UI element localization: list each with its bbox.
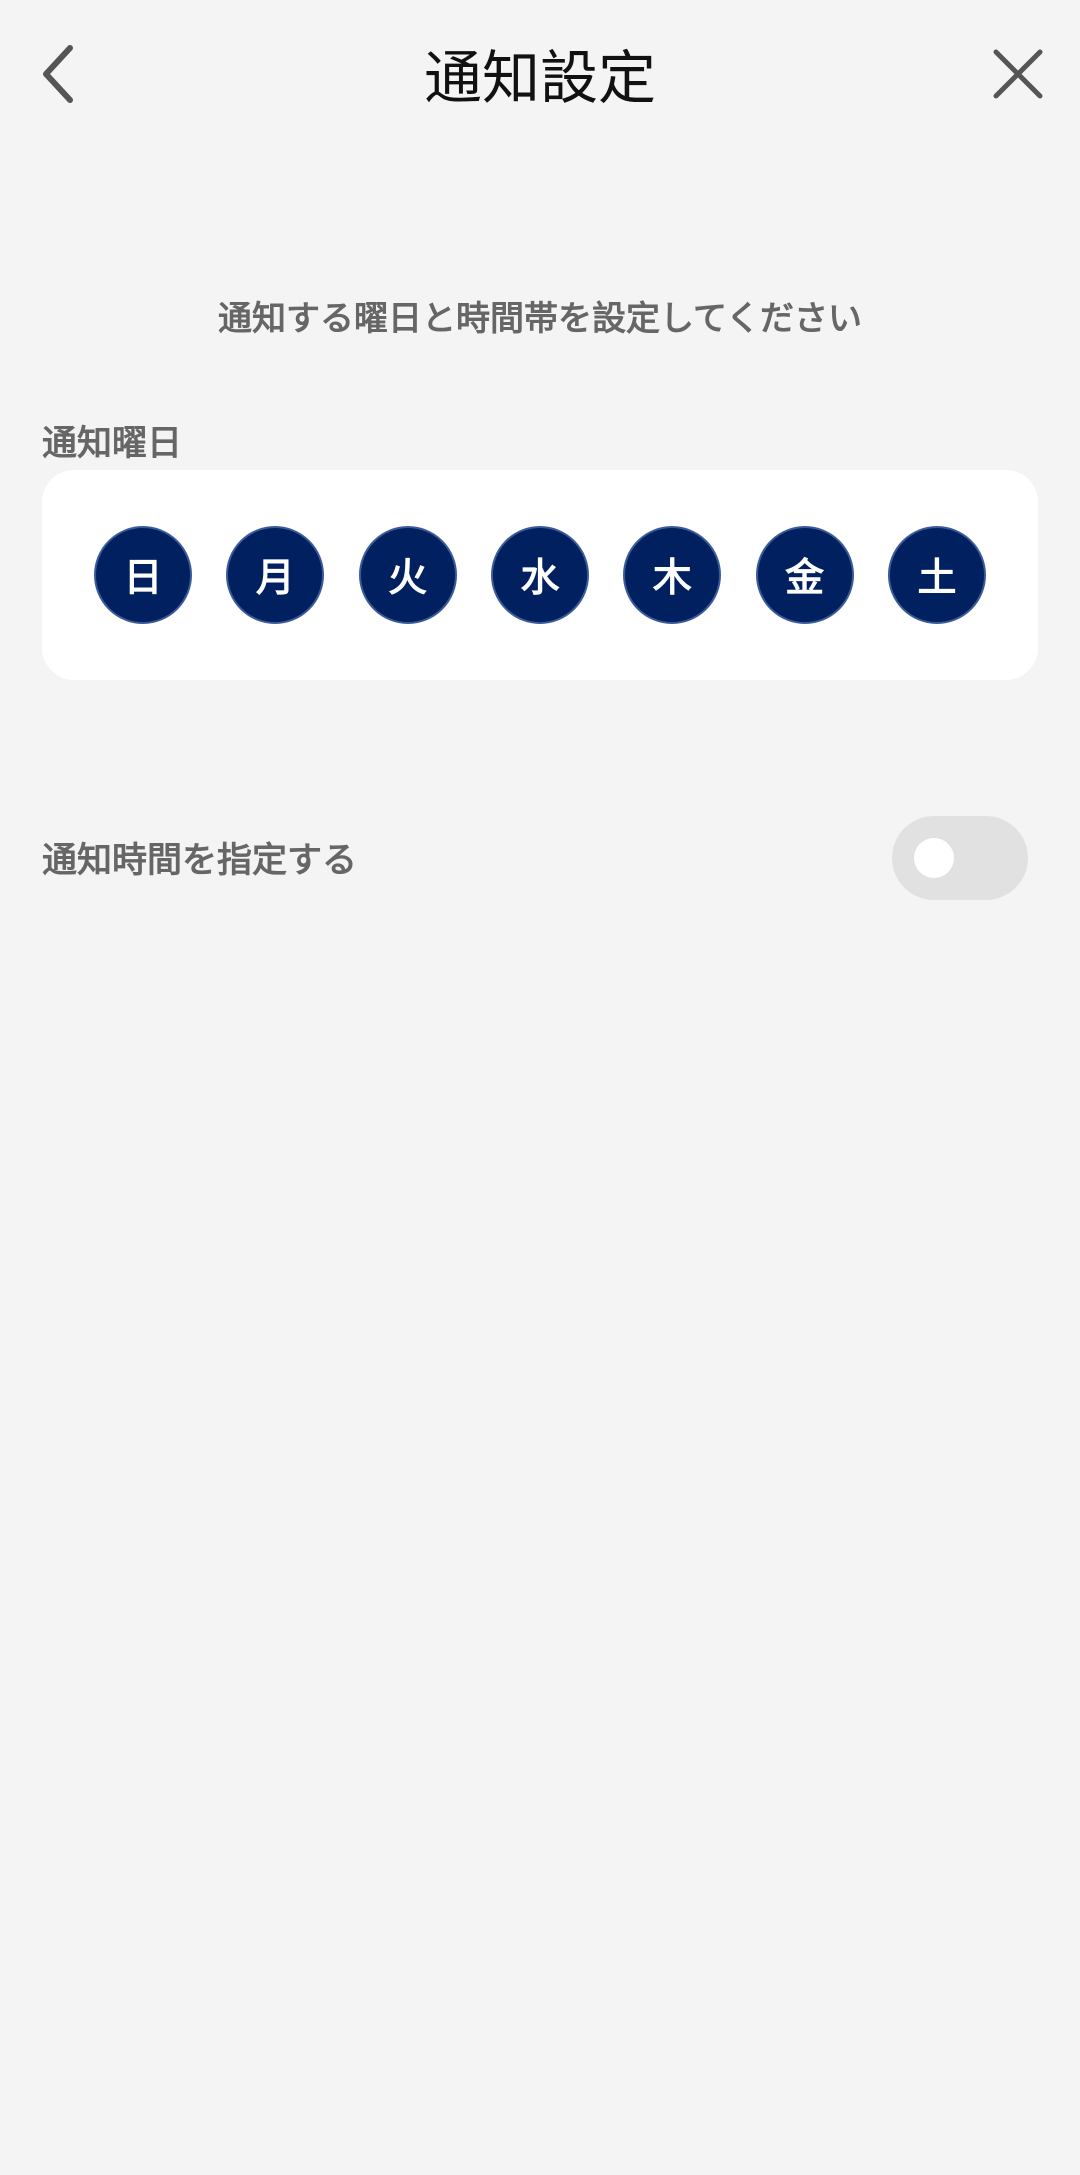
day-button-sunday[interactable]: 日 [94, 526, 192, 624]
days-section-label: 通知曜日 [42, 424, 183, 464]
day-button-tuesday[interactable]: 火 [358, 526, 457, 624]
day-button-monday[interactable]: 月 [226, 526, 325, 624]
time-setting-row: 通知時間を指定する [42, 816, 1028, 906]
day-button-thursday[interactable]: 木 [623, 526, 722, 624]
toggle-knob [914, 838, 954, 878]
time-setting-label: 通知時間を指定する [42, 841, 358, 881]
close-button[interactable] [984, 40, 1052, 108]
day-button-wednesday[interactable]: 水 [490, 526, 589, 624]
time-setting-toggle[interactable] [892, 816, 1028, 900]
day-selector-row: 日 月 火 水 木 金 土 [94, 524, 986, 626]
day-button-saturday[interactable]: 土 [887, 526, 986, 624]
header: 通知設定 [0, 0, 1080, 160]
page-title: 通知設定 [423, 44, 656, 112]
close-icon [993, 49, 1043, 99]
notification-settings-screen: 通知設定 通知する曜日と時間帯を設定してください 通知曜日 日 月 火 水 木 … [0, 0, 1080, 2175]
day-selector-card: 日 月 火 水 木 金 土 [42, 470, 1038, 680]
day-button-friday[interactable]: 金 [755, 526, 854, 624]
instruction-text: 通知する曜日と時間帯を設定してください [218, 299, 862, 339]
